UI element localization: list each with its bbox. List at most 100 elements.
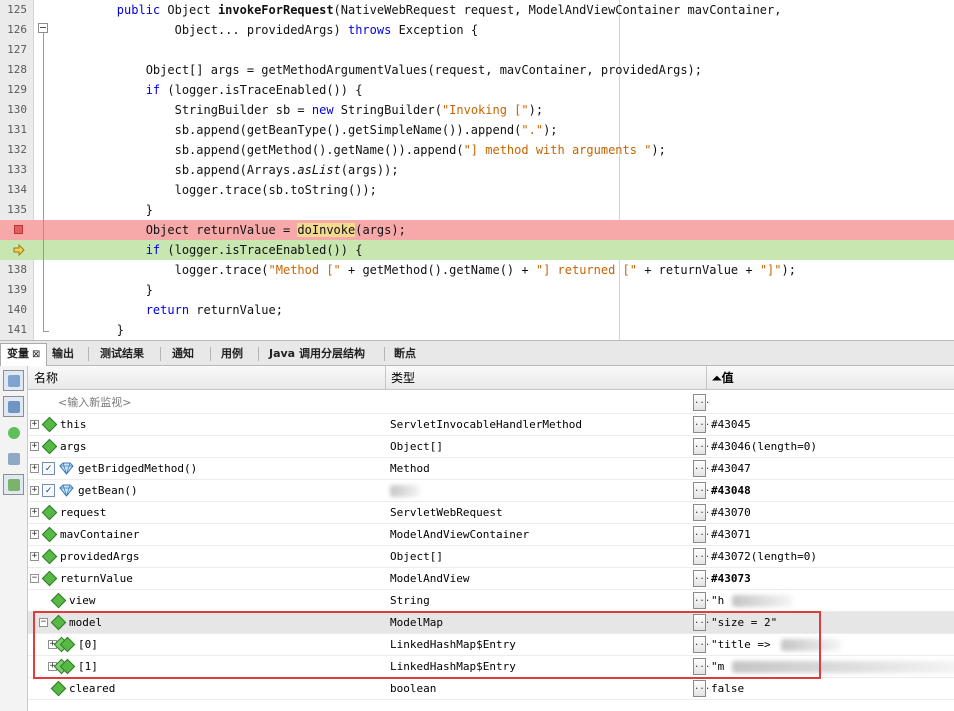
close-tab-icon[interactable]: ⊠ <box>32 349 40 360</box>
variable-row-args[interactable]: + args Object[]... #43046(length=0) <box>28 436 954 458</box>
value-editor-button[interactable]: ... <box>693 482 710 499</box>
fold-toggle-icon[interactable] <box>38 23 48 33</box>
code-line[interactable]: Object returnValue = doInvoke(args); <box>0 220 954 240</box>
tab-usages[interactable]: 用例 <box>215 344 249 364</box>
checkbox[interactable]: ✓ <box>42 484 55 497</box>
expand-icon[interactable]: + <box>30 420 39 429</box>
expand-icon[interactable]: + <box>30 552 39 561</box>
settings-icon[interactable] <box>3 448 24 469</box>
variable-row-request[interactable]: + request ServletWebRequest... #43070 <box>28 502 954 524</box>
variable-value[interactable]: "size = 2" <box>708 612 954 634</box>
variable-row-cleared[interactable]: cleared boolean... false <box>28 678 954 700</box>
tab-notifications[interactable]: 通知 <box>166 344 200 364</box>
expand-icon[interactable]: + <box>30 486 39 495</box>
watch-active-icon[interactable] <box>3 396 24 417</box>
value-editor-button[interactable]: ... <box>693 504 710 521</box>
value-editor-button[interactable]: ... <box>693 416 710 433</box>
watch-input-row[interactable]: <输入新监视> ... <box>28 392 954 414</box>
variable-value[interactable]: #43048 <box>708 480 954 502</box>
expand-icon[interactable]: + <box>30 508 39 517</box>
code-text[interactable]: sb.append(getMethod().getName()).append(… <box>59 140 954 160</box>
code-line[interactable]: 140 return returnValue; <box>0 300 954 320</box>
code-text[interactable]: if (logger.isTraceEnabled()) { <box>59 80 954 100</box>
variable-value[interactable]: #43071 <box>708 524 954 546</box>
tab-test-results[interactable]: 测试结果 <box>94 344 150 364</box>
variable-value[interactable]: #43047 <box>708 458 954 480</box>
code-line[interactable]: 138 logger.trace("Method [" + getMethod(… <box>0 260 954 280</box>
tab-breakpoints[interactable]: 断点 <box>388 344 422 364</box>
expand-icon[interactable]: + <box>30 530 39 539</box>
variable-row-providedArgs[interactable]: + providedArgs Object[]... #43072(length=0) <box>28 546 954 568</box>
code-line[interactable]: 141 } <box>0 320 954 340</box>
variable-value[interactable]: #43045 <box>708 414 954 436</box>
code-text[interactable]: Object... providedArgs) throws Exception… <box>59 20 954 40</box>
value-editor-button[interactable]: ... <box>693 438 710 455</box>
variable-row-model[interactable]: − model ModelMap... "size = 2" <box>28 612 954 634</box>
variable-row-getBridgedMethod[interactable]: + ✓ getBridgedMethod() Method... #43047 <box>28 458 954 480</box>
code-line[interactable]: 135 } <box>0 200 954 220</box>
variable-row-view[interactable]: view String... "h <box>28 590 954 612</box>
variable-value[interactable]: #43073 <box>708 568 954 590</box>
code-text[interactable]: return returnValue; <box>59 300 954 320</box>
column-header-name[interactable]: 名称 <box>28 366 58 390</box>
code-text[interactable]: } <box>59 280 954 300</box>
code-text[interactable]: logger.trace("Method [" + getMethod().ge… <box>59 260 954 280</box>
value-editor-button[interactable]: ... <box>693 658 710 675</box>
variable-value[interactable]: false <box>708 678 954 700</box>
code-text[interactable]: } <box>59 320 954 340</box>
tab-call-hierarchy[interactable]: Java 调用分层结构 <box>263 344 371 364</box>
code-line[interactable]: 129 if (logger.isTraceEnabled()) { <box>0 80 954 100</box>
code-text[interactable]: StringBuilder sb = new StringBuilder("In… <box>59 100 954 120</box>
code-line[interactable]: 128 Object[] args = getMethodArgumentVal… <box>0 60 954 80</box>
value-editor-button[interactable]: ... <box>693 460 710 477</box>
code-text[interactable]: Object returnValue = doInvoke(args); <box>59 220 954 240</box>
variable-row-mavContainer[interactable]: + mavContainer ModelAndViewContainer... #43… <box>28 524 954 546</box>
variable-value[interactable]: #43046(length=0) <box>708 436 954 458</box>
code-text[interactable]: } <box>59 200 954 220</box>
code-line[interactable]: 125 public Object invokeForRequest(Nativ… <box>0 0 954 20</box>
code-line[interactable]: 134 logger.trace(sb.toString()); <box>0 180 954 200</box>
watch-icon[interactable] <box>3 370 24 391</box>
value-editor-button[interactable]: ... <box>693 394 710 411</box>
checkbox[interactable]: ✓ <box>42 462 55 475</box>
code-line[interactable]: 127 <box>0 40 954 60</box>
variable-row-0[interactable]: +[0]LinkedHashMap$Entry..."title => <box>28 634 954 656</box>
code-text[interactable]: if (logger.isTraceEnabled()) { <box>59 240 954 260</box>
variable-row-getBean[interactable]: + ✓ getBean()... #43048 <box>28 480 954 502</box>
code-text[interactable]: sb.append(getBeanType().getSimpleName())… <box>59 120 954 140</box>
variable-row-1[interactable]: +[1]LinkedHashMap$Entry..."m <box>28 656 954 678</box>
code-line[interactable]: 139 } <box>0 280 954 300</box>
expand-icon[interactable]: + <box>30 442 39 451</box>
variable-row-returnValue[interactable]: − returnValue ModelAndView... #43073 <box>28 568 954 590</box>
code-text[interactable]: public Object invokeForRequest(NativeWeb… <box>59 0 954 20</box>
value-editor-button[interactable]: ... <box>693 614 710 631</box>
tab-output[interactable]: 输出 <box>46 344 80 364</box>
value-editor-button[interactable]: ... <box>693 592 710 609</box>
variable-value[interactable]: #43070 <box>708 502 954 524</box>
add-watch-icon[interactable] <box>3 422 24 443</box>
value-editor-button[interactable]: ... <box>693 680 710 697</box>
tab-variables[interactable]: 变量 ⊠ <box>0 343 48 367</box>
value-editor-button[interactable]: ... <box>693 526 710 543</box>
code-editor[interactable]: 125 public Object invokeForRequest(Nativ… <box>0 0 954 340</box>
code-line[interactable]: 130 StringBuilder sb = new StringBuilder… <box>0 100 954 120</box>
code-line[interactable]: 132 sb.append(getMethod().getName()).app… <box>0 140 954 160</box>
code-line[interactable]: 131 sb.append(getBeanType().getSimpleNam… <box>0 120 954 140</box>
code-line[interactable]: 126 Object... providedArgs) throws Excep… <box>0 20 954 40</box>
code-text[interactable]: Object[] args = getMethodArgumentValues(… <box>59 60 954 80</box>
code-text[interactable]: sb.append(Arrays.asList(args)); <box>59 160 954 180</box>
column-header-type[interactable]: 类型 <box>385 366 415 390</box>
code-line[interactable]: if (logger.isTraceEnabled()) { <box>0 240 954 260</box>
value-editor-button[interactable]: ... <box>693 636 710 653</box>
layout-icon[interactable] <box>3 474 24 495</box>
column-header-value[interactable]: ⏶值 <box>706 366 734 390</box>
value-editor-button[interactable]: ... <box>693 548 710 565</box>
code-line[interactable]: 133 sb.append(Arrays.asList(args)); <box>0 160 954 180</box>
collapse-icon[interactable]: − <box>39 618 48 627</box>
variable-row-this[interactable]: + this ServletInvocableHandlerMethod... #43… <box>28 414 954 436</box>
variable-value[interactable]: #43072(length=0) <box>708 546 954 568</box>
code-text[interactable]: logger.trace(sb.toString()); <box>59 180 954 200</box>
expand-icon[interactable]: + <box>30 464 39 473</box>
collapse-icon[interactable]: − <box>30 574 39 583</box>
breakpoint-icon[interactable] <box>14 225 23 234</box>
